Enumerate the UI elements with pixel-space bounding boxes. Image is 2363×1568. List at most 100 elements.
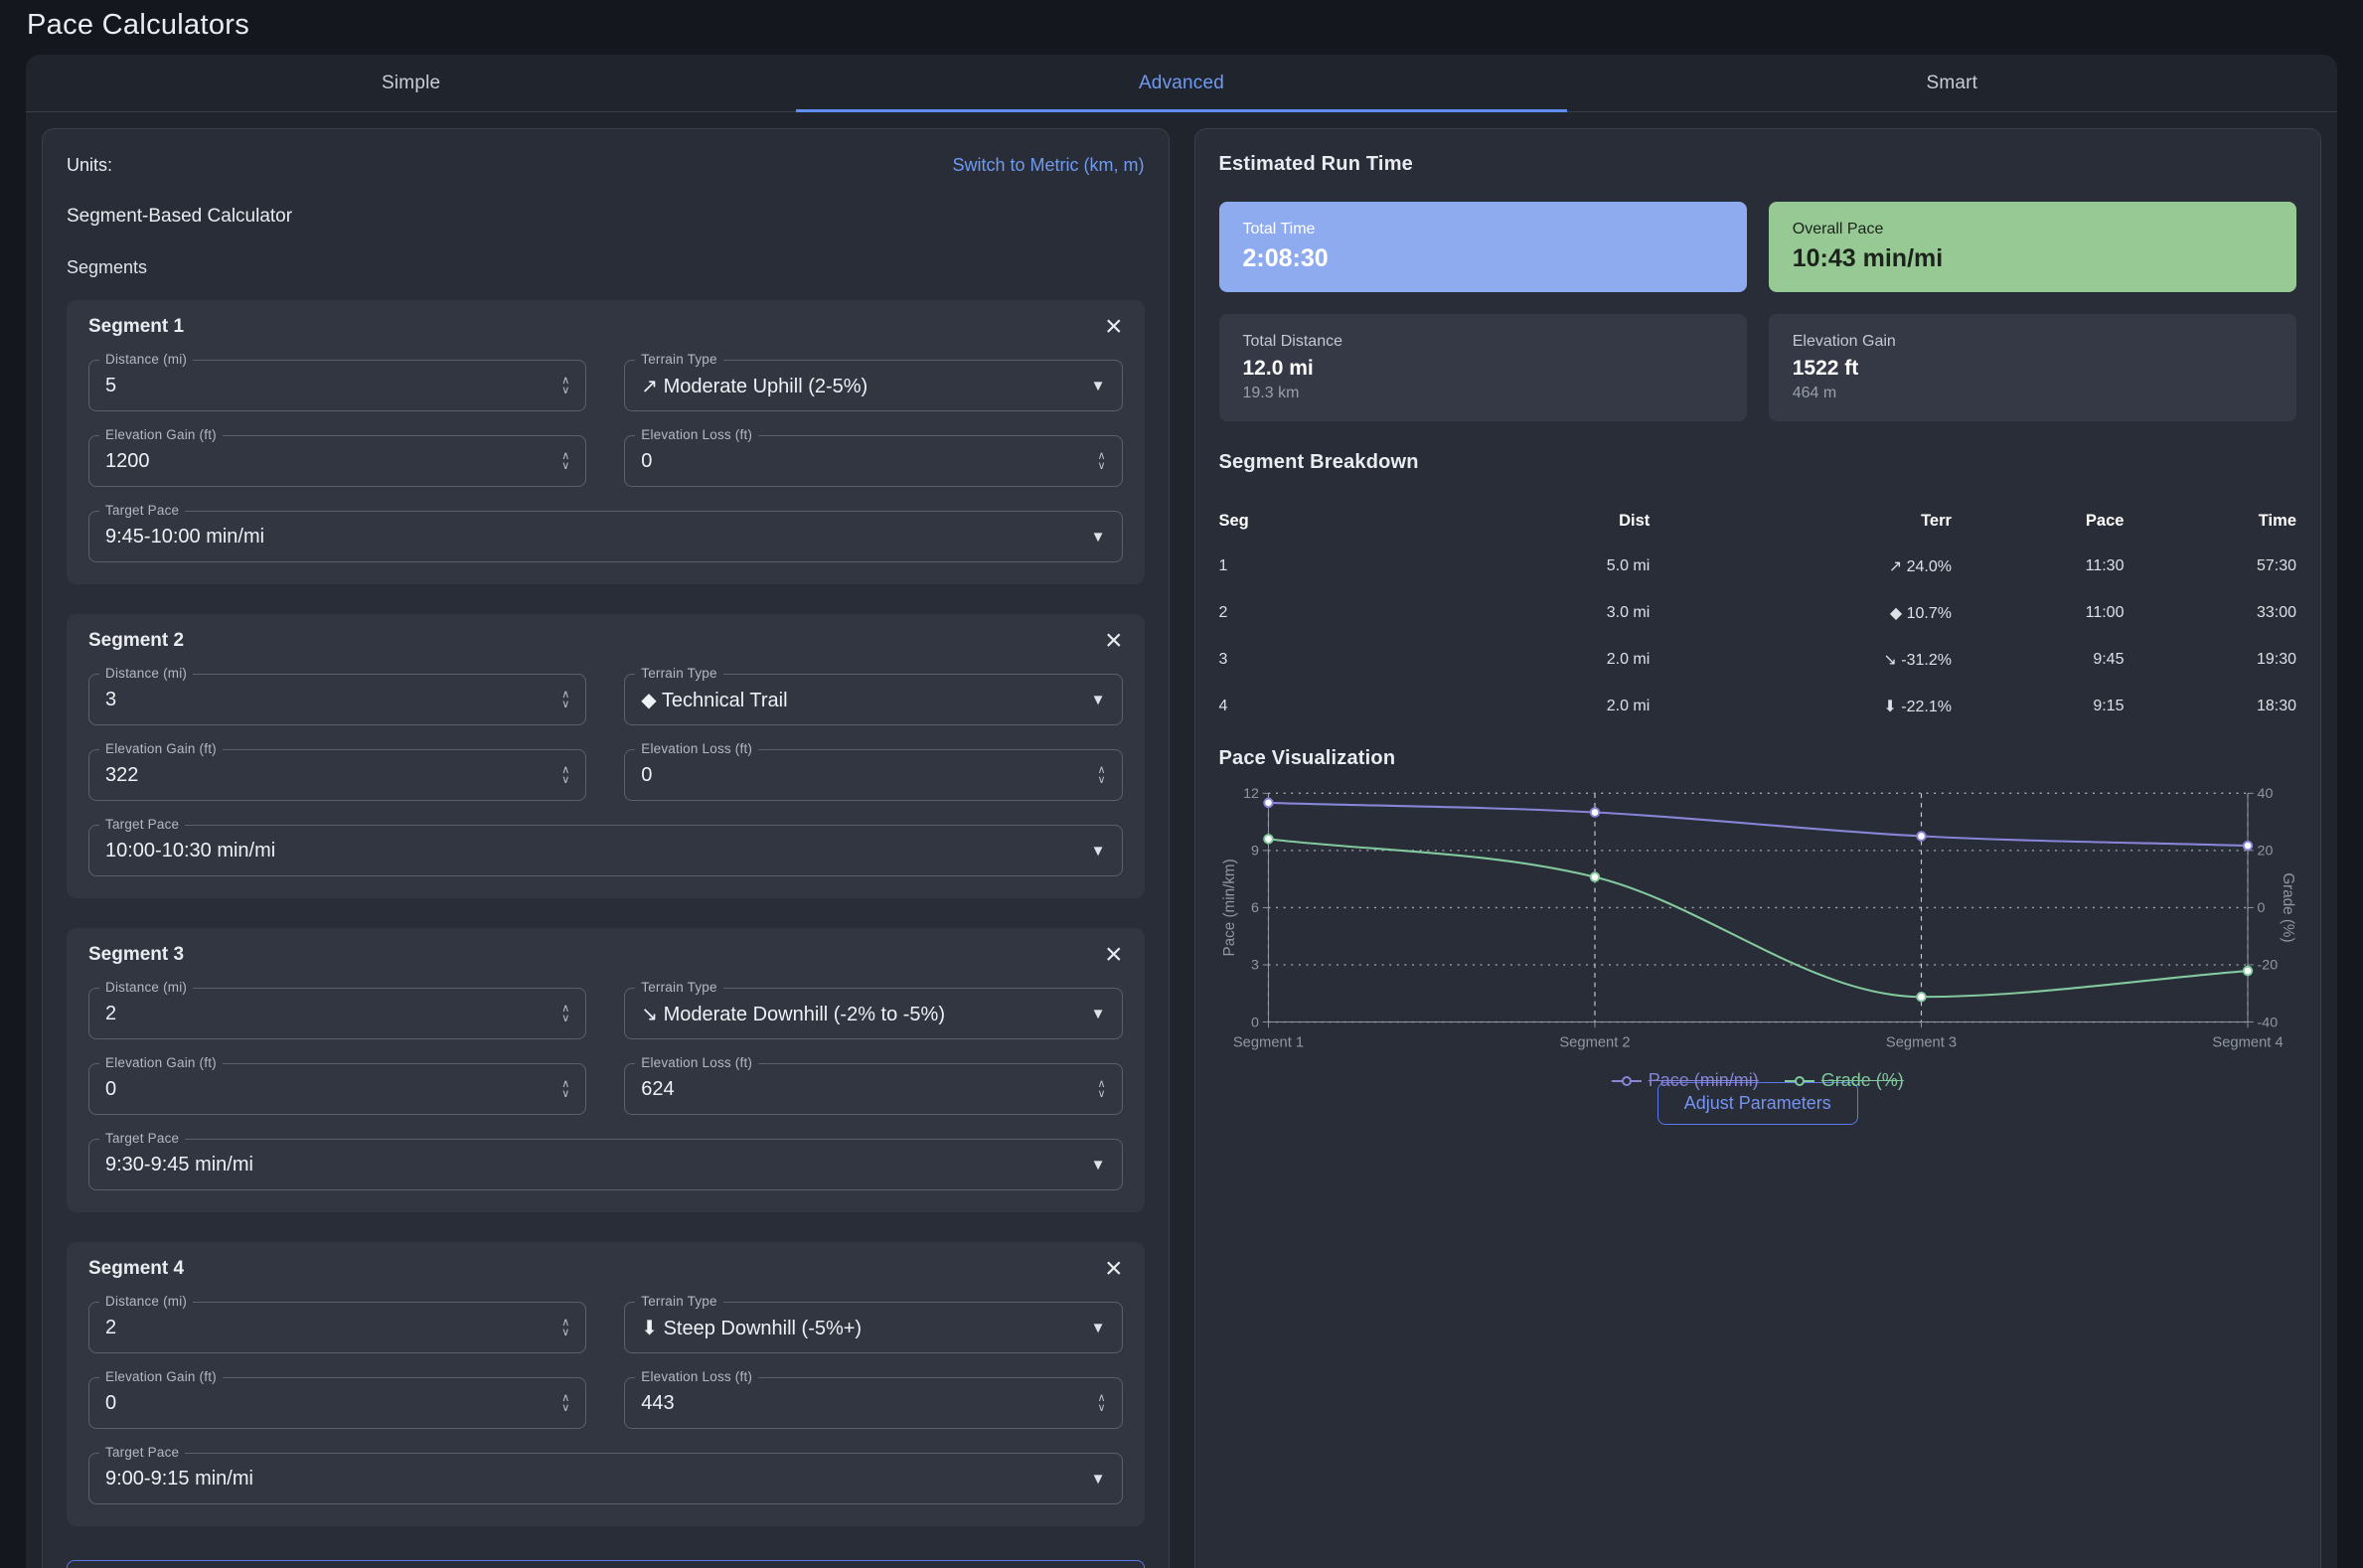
- target-pace-select[interactable]: Target Pace 9:45-10:00 min/mi ▼: [88, 511, 1123, 562]
- distance-input[interactable]: Distance (mi) 2 ∧∨: [88, 1302, 586, 1353]
- series-line: [1268, 803, 2248, 846]
- series-line: [1268, 839, 2248, 997]
- distance-input[interactable]: Distance (mi) 5 ∧∨: [88, 360, 586, 411]
- switch-units-link[interactable]: Switch to Metric (km, m): [952, 155, 1144, 176]
- terrain-label: Terrain Type: [635, 666, 722, 681]
- calculator-panel: Units: Switch to Metric (km, m) Segment-…: [42, 128, 1170, 1568]
- segments-label: Segments: [67, 257, 1145, 278]
- results-title: Estimated Run Time: [1219, 153, 2297, 176]
- legend-item[interactable]: Grade (%): [1785, 1070, 1904, 1091]
- segment-card: Segment 2 × Distance (mi) 3 ∧∨ Terrain T…: [67, 614, 1145, 898]
- segment-card: Segment 1 × Distance (mi) 5 ∧∨ Terrain T…: [67, 300, 1145, 584]
- x-axis-label: Segment 1: [1232, 1034, 1303, 1050]
- terrain-label: Terrain Type: [635, 1294, 722, 1309]
- elevation-loss-input[interactable]: Elevation Loss (ft) 0 ∧∨: [624, 435, 1122, 487]
- table-header: Terr: [1650, 500, 1952, 543]
- close-icon[interactable]: ×: [1105, 314, 1123, 340]
- chart-legend: Pace (min/mi) Grade (%): [1219, 1070, 2297, 1091]
- table-cell: 3: [1219, 636, 1381, 683]
- number-stepper-icon[interactable]: ∧∨: [561, 1079, 569, 1099]
- table-cell: 5.0 mi: [1380, 543, 1650, 589]
- stat-card: Overall Pace10:43 min/mi: [1769, 202, 2296, 292]
- data-point: [1590, 808, 1599, 817]
- stat-value: 1522 ft: [1793, 357, 2273, 381]
- table-header: Time: [2124, 500, 2296, 543]
- breakdown-title: Segment Breakdown: [1219, 451, 2297, 474]
- stat-value: 12.0 mi: [1243, 357, 1723, 381]
- terrain-select[interactable]: Terrain Type ↗ Moderate Uphill (2-5%) ▼: [624, 360, 1122, 411]
- add-segment-button[interactable]: Add Segment: [67, 1560, 1145, 1568]
- elevation-loss-label: Elevation Loss (ft): [635, 1369, 758, 1384]
- elevation-gain-input[interactable]: Elevation Gain (ft) 0 ∧∨: [88, 1063, 586, 1115]
- breakdown-table: SegDistTerrPaceTime 15.0 mi↗ 24.0%11:305…: [1219, 500, 2297, 729]
- number-stepper-icon[interactable]: ∧∨: [561, 376, 569, 395]
- pace-chart: 0-403-20609201240Segment 1Segment 2Segme…: [1219, 780, 2297, 1068]
- calculator-title: Segment-Based Calculator: [67, 206, 1145, 228]
- elevation-gain-input[interactable]: Elevation Gain (ft) 322 ∧∨: [88, 749, 586, 801]
- number-stepper-icon[interactable]: ∧∨: [561, 1318, 569, 1337]
- stat-value: 2:08:30: [1243, 244, 1723, 273]
- elevation-loss-input[interactable]: Elevation Loss (ft) 624 ∧∨: [624, 1063, 1122, 1115]
- table-cell: 4: [1219, 683, 1381, 729]
- terrain-select[interactable]: Terrain Type ◆ Technical Trail ▼: [624, 674, 1122, 725]
- right-axis-title: Grade (%): [2280, 872, 2296, 942]
- data-point: [1590, 872, 1599, 881]
- table-cell: 9:15: [1952, 683, 2125, 729]
- table-cell: 9:45: [1952, 636, 2125, 683]
- close-icon[interactable]: ×: [1105, 1256, 1123, 1282]
- segment-card: Segment 4 × Distance (mi) 2 ∧∨ Terrain T…: [67, 1242, 1145, 1526]
- chevron-down-icon: ▼: [1091, 1320, 1106, 1336]
- elevation-gain-input[interactable]: Elevation Gain (ft) 1200 ∧∨: [88, 435, 586, 487]
- distance-label: Distance (mi): [99, 352, 193, 367]
- table-cell: 18:30: [2124, 683, 2296, 729]
- tab-bar: Simple Advanced Smart: [26, 55, 2337, 112]
- left-axis-title: Pace (min/km): [1221, 859, 1238, 956]
- stat-sub-value: 19.3 km: [1243, 385, 1723, 402]
- legend-item[interactable]: Pace (min/mi): [1612, 1070, 1759, 1091]
- segment-title: Segment 4: [88, 1258, 184, 1280]
- elevation-loss-label: Elevation Loss (ft): [635, 741, 758, 756]
- x-axis-label: Segment 4: [2212, 1034, 2283, 1050]
- stat-card: Elevation Gain1522 ft464 m: [1769, 314, 2296, 421]
- right-axis-tick: 40: [2257, 786, 2273, 802]
- target-pace-label: Target Pace: [99, 1131, 185, 1146]
- legend-label: Grade (%): [1821, 1070, 1904, 1091]
- number-stepper-icon[interactable]: ∧∨: [561, 1004, 569, 1023]
- table-row: 42.0 mi⬇ -22.1%9:1518:30: [1219, 683, 2297, 729]
- target-pace-select[interactable]: Target Pace 9:00-9:15 min/mi ▼: [88, 1453, 1123, 1504]
- terrain-select[interactable]: Terrain Type ⬇ Steep Downhill (-5%+) ▼: [624, 1302, 1122, 1353]
- elevation-loss-label: Elevation Loss (ft): [635, 427, 758, 442]
- tab-simple[interactable]: Simple: [26, 55, 796, 111]
- elevation-loss-input[interactable]: Elevation Loss (ft) 443 ∧∨: [624, 1377, 1122, 1429]
- elevation-loss-input[interactable]: Elevation Loss (ft) 0 ∧∨: [624, 749, 1122, 801]
- number-stepper-icon[interactable]: ∧∨: [561, 765, 569, 785]
- left-axis-tick: 9: [1251, 844, 1259, 860]
- table-cell: 3.0 mi: [1380, 589, 1650, 636]
- terrain-select[interactable]: Terrain Type ↘ Moderate Downhill (-2% to…: [624, 988, 1122, 1039]
- legend-line-icon: [1612, 1075, 1642, 1087]
- number-stepper-icon[interactable]: ∧∨: [561, 1393, 569, 1413]
- distance-input[interactable]: Distance (mi) 3 ∧∨: [88, 674, 586, 725]
- elevation-gain-label: Elevation Gain (ft): [99, 427, 223, 442]
- elevation-gain-label: Elevation Gain (ft): [99, 1369, 223, 1384]
- target-pace-select[interactable]: Target Pace 9:30-9:45 min/mi ▼: [88, 1139, 1123, 1190]
- number-stepper-icon[interactable]: ∧∨: [1097, 765, 1105, 785]
- close-icon[interactable]: ×: [1105, 942, 1123, 968]
- tab-advanced[interactable]: Advanced: [796, 55, 1566, 111]
- right-axis-tick: -20: [2257, 958, 2278, 974]
- close-icon[interactable]: ×: [1105, 628, 1123, 654]
- number-stepper-icon[interactable]: ∧∨: [561, 690, 569, 709]
- stat-label: Overall Pace: [1793, 221, 2273, 238]
- number-stepper-icon[interactable]: ∧∨: [1097, 1079, 1105, 1099]
- target-pace-select[interactable]: Target Pace 10:00-10:30 min/mi ▼: [88, 825, 1123, 876]
- distance-input[interactable]: Distance (mi) 2 ∧∨: [88, 988, 586, 1039]
- tab-smart[interactable]: Smart: [1567, 55, 2337, 111]
- number-stepper-icon[interactable]: ∧∨: [1097, 451, 1105, 471]
- data-point: [1917, 832, 1926, 841]
- number-stepper-icon[interactable]: ∧∨: [561, 451, 569, 471]
- number-stepper-icon[interactable]: ∧∨: [1097, 1393, 1105, 1413]
- table-cell: 19:30: [2124, 636, 2296, 683]
- table-cell: ↗ 24.0%: [1650, 543, 1952, 589]
- segment-title: Segment 3: [88, 944, 184, 966]
- elevation-gain-input[interactable]: Elevation Gain (ft) 0 ∧∨: [88, 1377, 586, 1429]
